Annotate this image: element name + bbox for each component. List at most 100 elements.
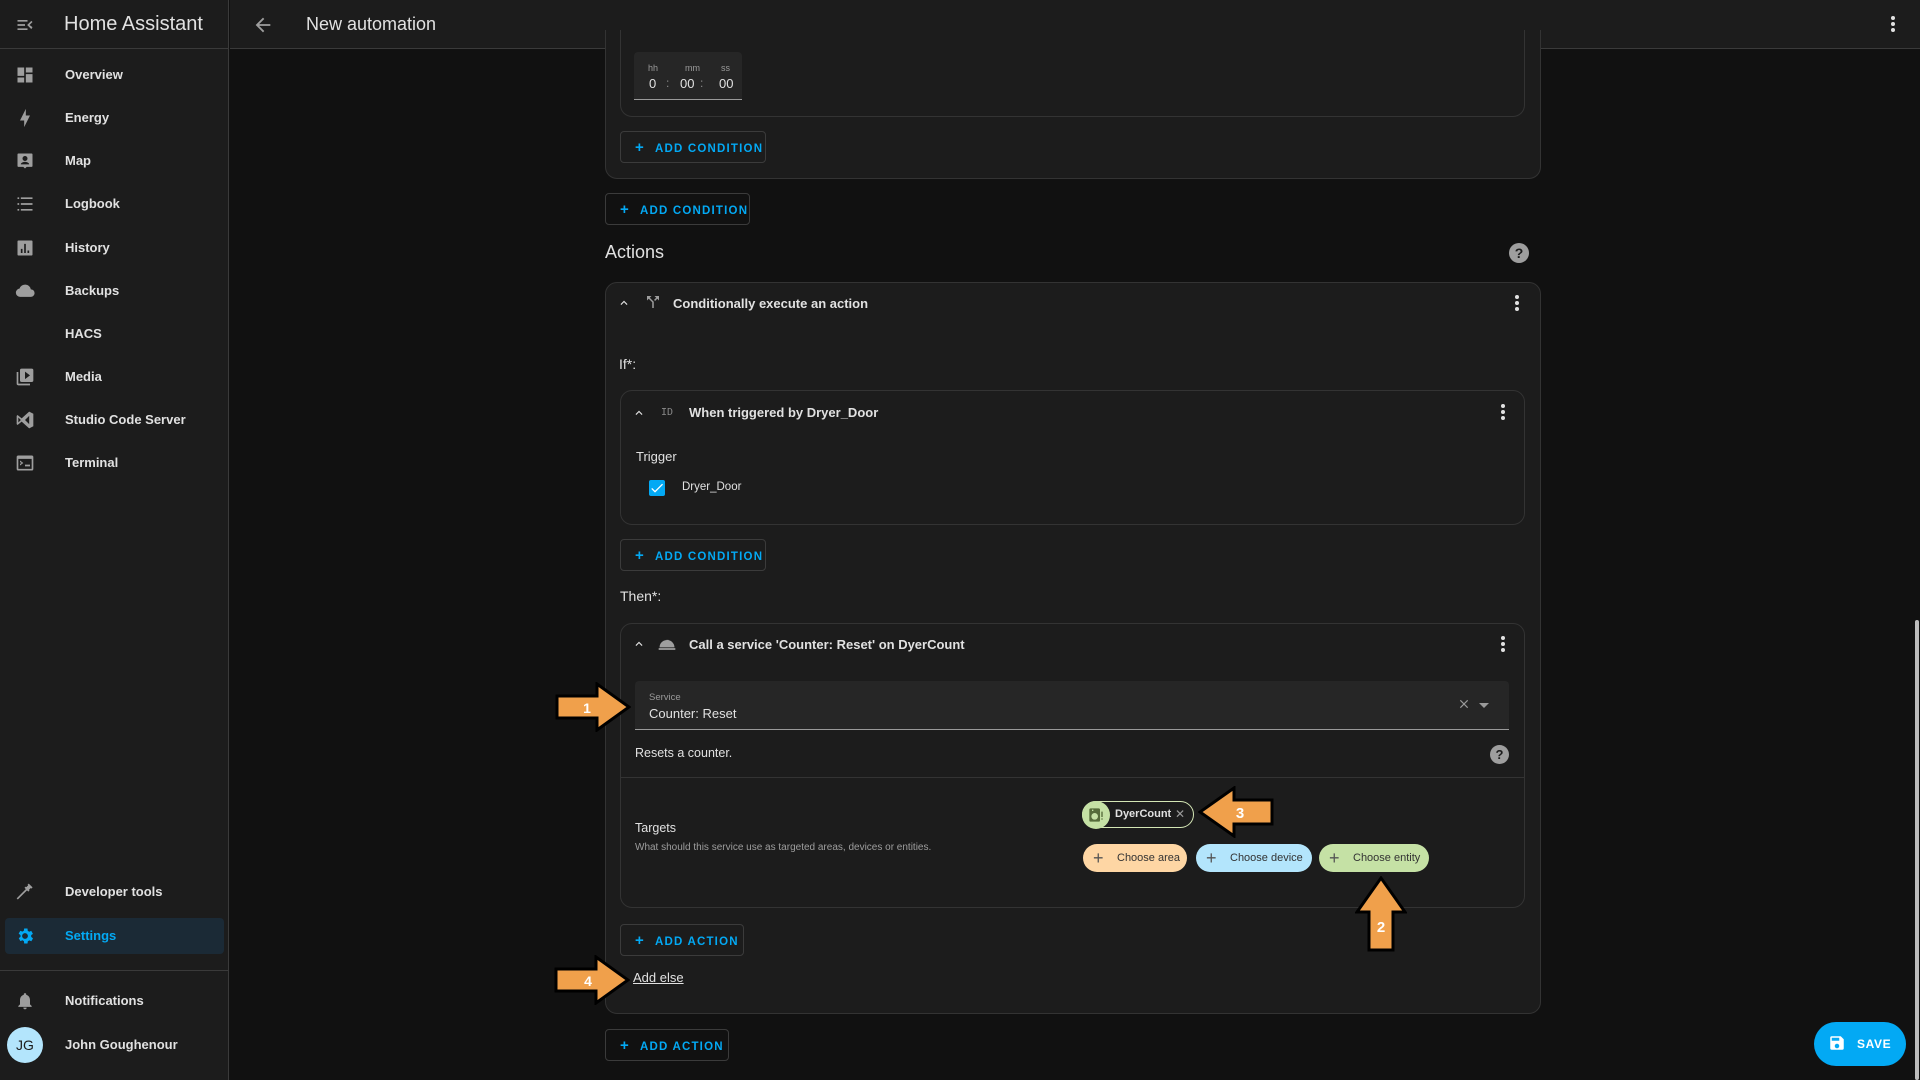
add-condition-button[interactable]: + ADD CONDITION bbox=[620, 131, 766, 163]
add-condition-button[interactable]: + ADD CONDITION bbox=[605, 193, 750, 225]
add-action-button[interactable]: + ADD ACTION bbox=[620, 924, 744, 956]
ss-label: ss bbox=[721, 63, 730, 73]
add-condition-button[interactable]: + ADD CONDITION bbox=[620, 539, 766, 571]
chevron-up-icon[interactable] bbox=[632, 406, 646, 420]
view-dashboard-icon bbox=[17, 67, 33, 83]
sidebar-item-notifications[interactable]: Notifications bbox=[5, 983, 224, 1019]
add-else-link[interactable]: Add else bbox=[633, 970, 684, 985]
arrow-left-icon[interactable] bbox=[252, 14, 274, 36]
mm-label: mm bbox=[685, 63, 700, 73]
annotation-number: 4 bbox=[584, 973, 592, 989]
sidebar-item-studio-code-server[interactable]: Studio Code Server bbox=[5, 402, 224, 438]
sidebar-item-settings[interactable]: Settings bbox=[5, 918, 224, 954]
sidebar-item-label: Notifications bbox=[65, 993, 144, 1008]
sidebar-item-label: Backups bbox=[65, 283, 120, 298]
plus-icon: + bbox=[620, 201, 630, 218]
sidebar-item-history[interactable]: History bbox=[5, 230, 224, 266]
plus-icon: + bbox=[1329, 848, 1340, 868]
sidebar-item-label: HACS bbox=[65, 326, 102, 341]
dots-vertical-icon[interactable] bbox=[1500, 636, 1506, 654]
hh-label: hh bbox=[648, 63, 659, 73]
vscode-icon bbox=[16, 411, 34, 429]
sidebar-item-energy[interactable]: Energy bbox=[5, 100, 224, 136]
trigger-option-label: Dryer_Door bbox=[682, 481, 742, 493]
room-service-icon bbox=[658, 639, 676, 650]
conditions-inner-card bbox=[620, 30, 1525, 117]
chevron-up-icon[interactable] bbox=[632, 637, 646, 651]
service-field[interactable]: Service Counter: Reset bbox=[635, 681, 1509, 730]
targets-title: Targets bbox=[635, 821, 676, 835]
content-save-icon bbox=[1830, 1036, 1844, 1050]
identifier-icon: ID bbox=[661, 407, 674, 418]
chevron-up-icon[interactable] bbox=[617, 296, 631, 310]
sidebar-item-hacs[interactable]: HACS bbox=[5, 316, 224, 352]
close-icon[interactable] bbox=[1457, 697, 1471, 711]
service-field-value: Counter: Reset bbox=[649, 706, 737, 721]
sidebar: Home Assistant Overview Energy Map Logbo… bbox=[0, 0, 229, 1080]
service-description: Resets a counter. bbox=[635, 746, 733, 760]
seconds-value[interactable]: 00 bbox=[719, 76, 733, 91]
annotation-arrow-2: 2 bbox=[1355, 876, 1407, 952]
sidebar-item-label: Terminal bbox=[65, 455, 119, 470]
hammer-icon bbox=[16, 883, 33, 900]
app-title: Home Assistant bbox=[64, 13, 203, 35]
account-box-icon bbox=[17, 153, 33, 169]
sidebar-item-developer-tools[interactable]: Developer tools bbox=[5, 874, 224, 910]
menu-open-icon[interactable] bbox=[15, 15, 35, 35]
sidebar-item-backups[interactable]: Backups bbox=[5, 273, 224, 309]
save-button[interactable]: SAVE bbox=[1814, 1022, 1906, 1066]
minutes-value[interactable]: 00 bbox=[680, 76, 694, 91]
trigger-checkbox[interactable] bbox=[649, 480, 665, 496]
choose-entity-button[interactable]: + Choose entity bbox=[1319, 844, 1429, 872]
sidebar-item-overview[interactable]: Overview bbox=[5, 57, 224, 93]
scrollbar-thumb[interactable] bbox=[1915, 620, 1919, 1080]
sidebar-item-user[interactable]: John Goughenour bbox=[5, 1027, 224, 1063]
format-list-bulleted-icon bbox=[17, 197, 33, 211]
plus-icon: + bbox=[635, 932, 645, 949]
hours-value[interactable]: 0 bbox=[649, 76, 656, 91]
annotation-arrow-1: 1 bbox=[555, 682, 631, 732]
chart-box-icon bbox=[17, 240, 33, 256]
add-action-button[interactable]: + ADD ACTION bbox=[605, 1029, 729, 1061]
annotation-number: 3 bbox=[1236, 805, 1244, 822]
bell-icon bbox=[18, 993, 32, 1010]
duration-input[interactable]: hh mm ss 0 : 00 : 00 bbox=[634, 52, 742, 100]
service-action-title: Call a service 'Counter: Reset' on DyerC… bbox=[689, 637, 965, 652]
user-name: John Goughenour bbox=[65, 1037, 178, 1052]
save-label: SAVE bbox=[1857, 1037, 1892, 1051]
choose-device-button[interactable]: + Choose device bbox=[1196, 844, 1312, 872]
sidebar-item-logbook[interactable]: Logbook bbox=[5, 186, 224, 222]
console-icon bbox=[16, 455, 34, 471]
targets-description: What should this service use as targeted… bbox=[635, 842, 932, 853]
menu-down-icon[interactable] bbox=[1479, 703, 1489, 708]
divider bbox=[621, 777, 1524, 778]
dots-vertical-icon[interactable] bbox=[1514, 295, 1520, 313]
sidebar-item-media[interactable]: Media bbox=[5, 359, 224, 395]
sidebar-divider bbox=[0, 970, 229, 971]
page-title: New automation bbox=[306, 14, 437, 34]
help-icon[interactable]: ? bbox=[1509, 243, 1529, 263]
sidebar-item-label: History bbox=[65, 240, 110, 255]
help-icon[interactable]: ? bbox=[1490, 745, 1509, 764]
sidebar-item-map[interactable]: Map bbox=[5, 143, 224, 179]
check-icon bbox=[651, 483, 663, 493]
dots-vertical-icon[interactable] bbox=[1890, 16, 1896, 34]
selected-entity-chip[interactable]: DyerCount ✕ bbox=[1082, 801, 1194, 829]
plus-icon: + bbox=[635, 547, 645, 564]
button-label: Choose device bbox=[1230, 852, 1303, 864]
trigger-label: Trigger bbox=[636, 449, 677, 464]
sidebar-item-label: Energy bbox=[65, 110, 110, 125]
choose-area-button[interactable]: + Choose area bbox=[1083, 844, 1187, 872]
action-title: Conditionally execute an action bbox=[673, 296, 869, 311]
cog-icon bbox=[18, 928, 33, 944]
service-field-label: Service bbox=[649, 692, 681, 703]
annotation-arrow-4: 4 bbox=[554, 955, 630, 1005]
sidebar-item-terminal[interactable]: Terminal bbox=[5, 445, 224, 481]
actions-heading: Actions bbox=[605, 242, 665, 262]
button-label: ADD ACTION bbox=[639, 1041, 724, 1053]
dots-vertical-icon[interactable] bbox=[1500, 404, 1506, 422]
annotation-number: 2 bbox=[1377, 919, 1385, 936]
sidebar-item-label: Settings bbox=[65, 928, 117, 943]
close-icon[interactable]: ✕ bbox=[1175, 807, 1185, 821]
sidebar-header: Home Assistant bbox=[0, 0, 229, 49]
